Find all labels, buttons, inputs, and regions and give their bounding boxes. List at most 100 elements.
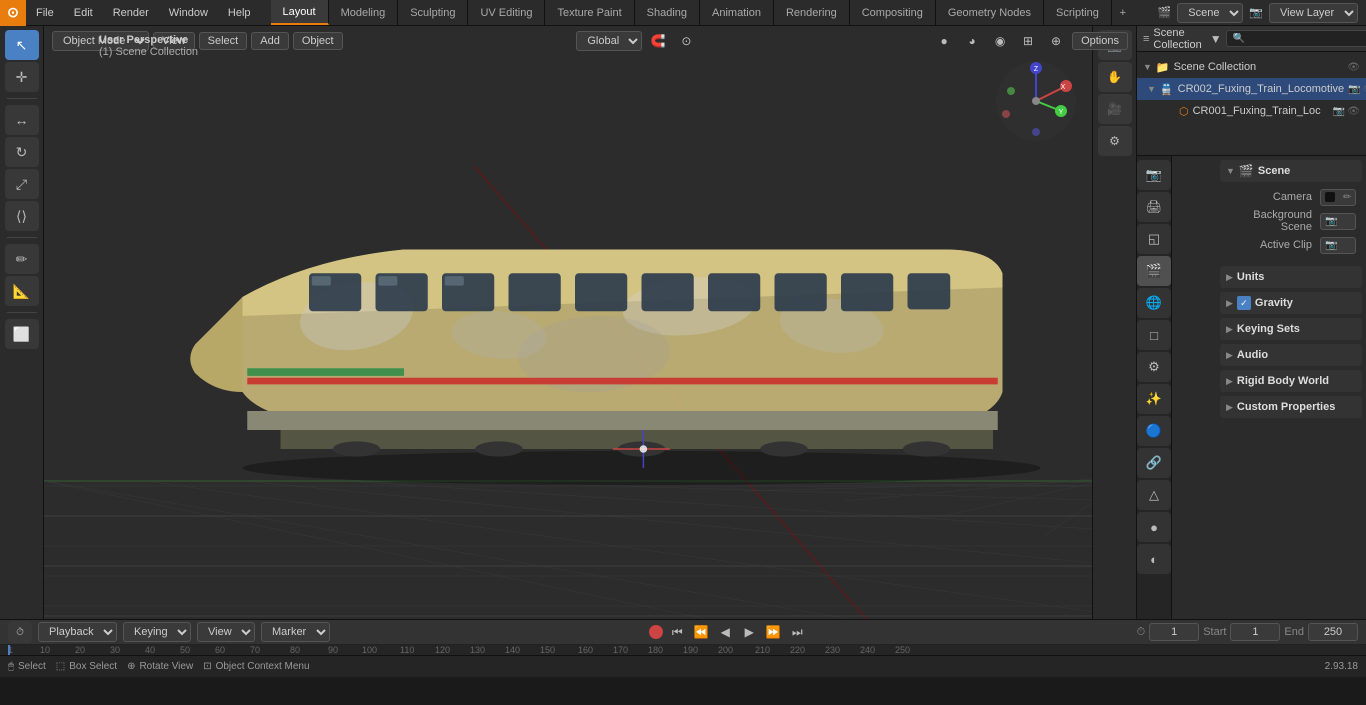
play-reverse-button[interactable]: ◀ [715,622,735,642]
record-button[interactable] [649,625,663,639]
camera-value[interactable]: ✏ [1320,189,1356,206]
active-clip-value[interactable]: 📷 [1320,237,1356,254]
view-dropdown[interactable]: View [197,622,255,642]
scene-section-header[interactable]: ▼ 🎬 Scene [1220,160,1362,182]
jump-to-start-button[interactable]: ⏮ [667,622,687,642]
restrict-viewport-icon-2[interactable]: 👁 [1347,106,1360,117]
object-menu[interactable]: Object [293,32,343,50]
scene-3d: User Perspective (1) Scene Collection X … [44,26,1136,619]
toolbar-select[interactable]: ↖ [5,30,39,60]
jump-to-end-button[interactable]: ⏭ [787,622,807,642]
tab-geometry-nodes[interactable]: Geometry Nodes [936,0,1044,25]
outliner-item-cr002[interactable]: ▼ 🚆 CR002_Fuxing_Train_Locomotive 📷 👁 [1137,78,1366,100]
menu-render[interactable]: Render [103,0,159,25]
viewport-shading-rendered[interactable]: ◉ [988,29,1012,53]
play-button[interactable]: ▶ [739,622,759,642]
outliner-item-scene-collection[interactable]: ▼ 📁 Scene Collection 👁 [1137,56,1366,78]
grab-pan-icon[interactable]: ✋ [1098,62,1132,92]
timeline-mode-icon[interactable]: ⏱ [8,621,32,643]
outliner-search-input[interactable] [1226,30,1366,47]
custom-props-header[interactable]: ▶ Custom Properties [1220,396,1362,418]
menu-window[interactable]: Window [159,0,218,25]
tab-scene-properties[interactable]: 🎬 [1137,256,1171,286]
toolbar-cursor[interactable]: ✛ [5,62,39,92]
tab-output-properties[interactable]: 🖨 [1137,192,1171,222]
restrict-render-icon[interactable]: 📷 [1348,84,1360,95]
tab-shading[interactable]: Shading [635,0,700,25]
tab-modifier[interactable]: ⚙ [1137,352,1171,382]
background-scene-value[interactable]: 📷 [1320,213,1356,230]
restrict-viewport-icon[interactable]: 👁 [1363,84,1366,95]
start-frame-input[interactable]: 1 [1230,623,1280,641]
tab-animation[interactable]: Animation [700,0,774,25]
tab-rendering[interactable]: Rendering [774,0,850,25]
units-section-header[interactable]: ▶ Units [1220,266,1362,288]
active-clip-label: Active Clip [1226,239,1316,251]
tab-layout[interactable]: Layout [271,0,329,25]
toolbar-rotate[interactable]: ↻ [5,137,39,167]
playback-dropdown[interactable]: Playback [38,622,117,642]
outliner-item-actions-cr002: 📷 👁 [1348,84,1366,95]
toolbar-add-cube[interactable]: ⬜ [5,319,39,349]
toolbar-measure[interactable]: 📐 [5,276,39,306]
toolbar-move[interactable]: ↔ [5,105,39,135]
visibility-eye-icon[interactable]: 👁 [1347,62,1360,73]
keying-sets-header[interactable]: ▶ Keying Sets [1220,318,1362,340]
frame-numbers-bar[interactable]: 1 10 20 30 40 50 60 70 80 90 100 110 120… [0,645,1366,655]
outliner-item-cr001[interactable]: ⬡ CR001_Fuxing_Train_Loc 📷 👁 [1137,100,1366,122]
menu-file[interactable]: File [26,0,64,25]
tab-physics[interactable]: 🔵 [1137,416,1171,446]
restrict-render-icon-2[interactable]: 📷 [1333,106,1345,117]
marker-dropdown[interactable]: Marker [261,622,330,642]
tab-texture-paint[interactable]: Texture Paint [545,0,634,25]
current-frame-input[interactable]: 1 [1149,623,1199,641]
viewport-gizmo[interactable]: ⊕ [1044,29,1068,53]
tab-data[interactable]: △ [1137,480,1171,510]
tab-modeling[interactable]: Modeling [329,0,399,25]
viewport-shading-solid[interactable]: ● [932,29,956,53]
outliner-filter-icon[interactable]: ▼ [1210,30,1222,48]
view-layer-select[interactable]: View Layer [1269,3,1358,23]
add-workspace-button[interactable]: + [1112,2,1134,24]
viewport-3d[interactable]: Object Mode View Select Add Object Globa… [44,26,1136,619]
tab-render-properties[interactable]: 📷 [1137,160,1171,190]
tab-uv-editing[interactable]: UV Editing [468,0,545,25]
options-button[interactable]: Options [1072,32,1128,50]
camera-edit-icon[interactable]: ✏ [1343,192,1351,203]
rigid-body-header[interactable]: ▶ Rigid Body World [1220,370,1362,392]
tab-material[interactable]: ● [1137,512,1171,542]
proportional-edit-icon[interactable]: ⊙ [674,29,698,53]
toolbar-scale[interactable]: ⤢ [5,169,39,199]
toolbar-annotate[interactable]: ✏ [5,244,39,274]
tab-world[interactable]: 🌐 [1137,288,1171,318]
keying-dropdown[interactable]: Keying [123,622,191,642]
viewport-shading-material[interactable]: ◕ [960,29,984,53]
transform-orientation[interactable]: Global [576,31,642,51]
viewport-overlay[interactable]: ⊞ [1016,29,1040,53]
render-settings-icon[interactable]: ⚙ [1098,126,1132,156]
snap-icon[interactable]: 🧲 [646,29,670,53]
tab-compositing[interactable]: Compositing [850,0,936,25]
tab-scripting[interactable]: Scripting [1044,0,1112,25]
menu-edit[interactable]: Edit [64,0,103,25]
tab-shading[interactable]: ◐ [1137,544,1171,574]
select-menu[interactable]: Select [199,32,248,50]
gravity-section-header[interactable]: ▶ ✓ Gravity [1220,292,1362,314]
step-back-button[interactable]: ⏪ [691,622,711,642]
scene-select[interactable]: Scene [1177,3,1243,23]
tab-object-properties[interactable]: □ [1137,320,1171,350]
tab-sculpting[interactable]: Sculpting [398,0,468,25]
toolbar-transform[interactable]: ⟨⟩ [5,201,39,231]
camera-track-icon[interactable]: 🎥 [1098,94,1132,124]
tab-view-layer[interactable]: ◱ [1137,224,1171,254]
collection-icon: 📁 [1156,61,1170,74]
tab-particles[interactable]: ✨ [1137,384,1171,414]
step-forward-button[interactable]: ⏩ [763,622,783,642]
add-menu[interactable]: Add [251,32,289,50]
end-frame-input[interactable]: 250 [1308,623,1358,641]
viewport-navigation-gizmo[interactable]: X Y Z [991,56,1081,146]
audio-section-header[interactable]: ▶ Audio [1220,344,1362,366]
menu-help[interactable]: Help [218,0,261,25]
tab-constraints[interactable]: 🔗 [1137,448,1171,478]
gravity-checkbox[interactable]: ✓ [1237,296,1251,310]
